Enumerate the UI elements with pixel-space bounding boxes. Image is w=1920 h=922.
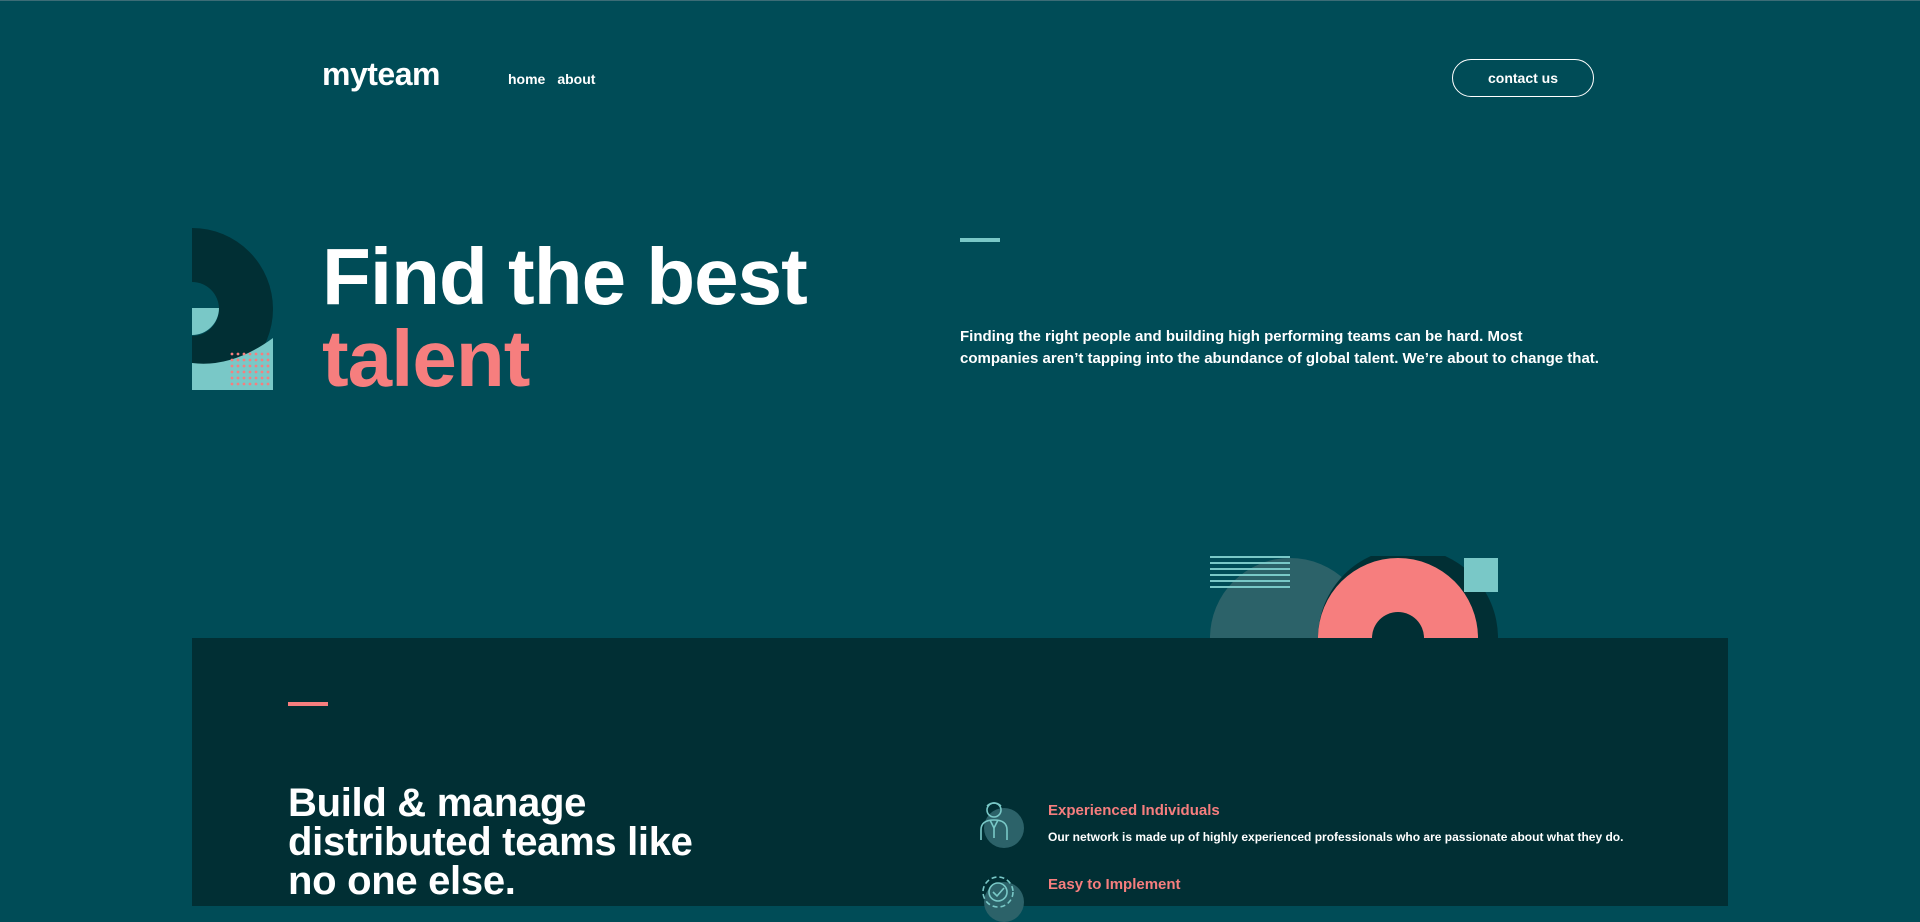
person-icon bbox=[980, 802, 1024, 848]
top-border-line bbox=[0, 0, 1920, 1]
feature-title: Easy to Implement bbox=[1048, 876, 1181, 893]
hero-decoration-shapes bbox=[192, 228, 273, 390]
hero-accent-line bbox=[960, 238, 1000, 242]
section-decoration-shapes bbox=[1210, 556, 1498, 638]
logo[interactable]: myteam bbox=[322, 56, 440, 93]
feature-description: Our network is made up of highly experie… bbox=[1048, 830, 1624, 844]
main-nav: home about bbox=[508, 71, 595, 87]
contact-us-button[interactable]: contact us bbox=[1452, 59, 1594, 97]
features-section: Build & manage distributed teams like no… bbox=[192, 638, 1728, 922]
feature-title: Experienced Individuals bbox=[1048, 802, 1220, 819]
hero-description: Finding the right people and building hi… bbox=[960, 328, 1599, 367]
features-accent-line bbox=[288, 702, 328, 706]
hero-title: Find the best talent bbox=[322, 232, 808, 403]
nav-link-home[interactable]: home bbox=[508, 71, 545, 87]
hero-title-line1: Find the best bbox=[322, 232, 808, 321]
cog-check-icon bbox=[982, 876, 1024, 922]
features-title: Build & manage distributed teams like no… bbox=[288, 781, 693, 903]
hero-title-line2: talent bbox=[322, 314, 530, 403]
nav-link-about[interactable]: about bbox=[557, 71, 595, 87]
